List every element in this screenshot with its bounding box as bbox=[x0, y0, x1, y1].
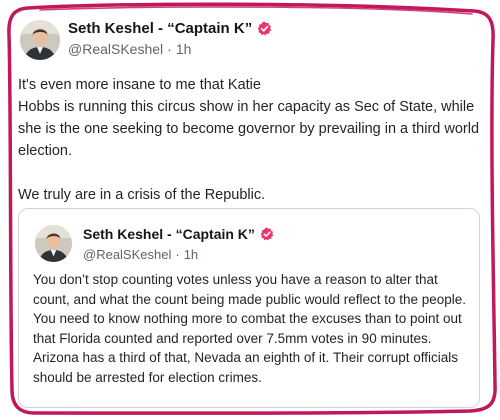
quoted-author-name-row: Seth Keshel - “Captain K” bbox=[83, 226, 274, 242]
verified-badge-icon bbox=[260, 227, 274, 241]
author-handle[interactable]: @RealSKeshel bbox=[68, 41, 163, 57]
quoted-author-display-name: Seth Keshel - “Captain K” bbox=[83, 226, 255, 242]
meta-separator: · bbox=[167, 41, 172, 57]
tweet-body-line-2: Hobbs is running this circus show in her… bbox=[18, 99, 480, 159]
quoted-tweet-body: You don’t stop counting votes unless you… bbox=[33, 270, 471, 387]
meta-separator: · bbox=[175, 247, 180, 262]
tweet-body-line-1: It's even more insane to me that Katie bbox=[18, 77, 261, 93]
avatar[interactable] bbox=[20, 20, 60, 60]
quoted-author-handle: @RealSKeshel bbox=[83, 247, 172, 262]
tweet-body: It's even more insane to me that Katie H… bbox=[18, 74, 483, 206]
author-display-name[interactable]: Seth Keshel - “Captain K” bbox=[68, 20, 252, 37]
author-meta-row: @RealSKeshel · 1h bbox=[68, 41, 191, 57]
verified-badge-icon bbox=[257, 21, 272, 36]
tweet-timestamp[interactable]: 1h bbox=[176, 41, 192, 57]
tweet-screenshot: Seth Keshel - “Captain K” @RealSKeshel · 1… bbox=[0, 0, 500, 420]
quoted-tweet-timestamp: 1h bbox=[183, 247, 199, 262]
author-name-row: Seth Keshel - “Captain K” bbox=[68, 20, 272, 37]
quoted-body-paragraph-2: You need to know nothing more to combat … bbox=[33, 311, 462, 385]
quoted-avatar bbox=[35, 225, 72, 262]
tweet-body-line-3: We truly are in a crisis of the Republic… bbox=[18, 187, 266, 203]
quoted-body-paragraph-1: You don’t stop counting votes unless you… bbox=[33, 272, 467, 307]
quoted-author-meta-row: @RealSKeshel · 1h bbox=[83, 247, 198, 262]
